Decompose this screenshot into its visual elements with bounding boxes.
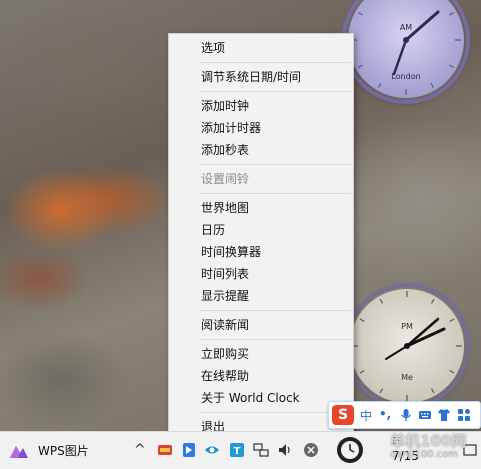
menu-separator: [199, 310, 351, 311]
menu-separator: [199, 339, 351, 340]
menu-item[interactable]: 添加时钟: [169, 95, 353, 117]
menu-item[interactable]: 调节系统日期/时间: [169, 66, 353, 88]
menu-separator: [199, 193, 351, 194]
menu-separator: [199, 91, 351, 92]
menu-separator: [199, 164, 351, 165]
watermark-sub: danji100.com: [390, 449, 458, 460]
menu-item[interactable]: 选项: [169, 37, 353, 59]
world-clock-london[interactable]: AM London: [346, 0, 466, 100]
menu-item: 设置闹铃: [201, 172, 250, 186]
ime-language-toggle[interactable]: 中: [360, 407, 372, 424]
microphone-icon[interactable]: [399, 408, 413, 422]
taskbar-app-label: WPS图片: [38, 444, 89, 458]
ime-punctuation-toggle[interactable]: •,: [379, 407, 391, 421]
menu-separator: [199, 62, 351, 63]
clock-city-label: Me: [401, 373, 413, 382]
close-circle-icon[interactable]: [303, 442, 319, 458]
clock-face: [350, 289, 464, 403]
menu-item[interactable]: 时间换算器: [169, 241, 353, 263]
wps-picture-logo-icon: [10, 445, 28, 458]
show-hidden-icons-chevron-icon[interactable]: ^: [134, 442, 146, 458]
world-clock-local[interactable]: PM Me: [348, 287, 466, 405]
watermark: 单机100网 danji100.com: [390, 430, 466, 460]
tray-app-icon-1[interactable]: [157, 442, 173, 458]
menu-item[interactable]: 立即购买: [169, 343, 353, 365]
world-clock-tray-icon[interactable]: [335, 435, 365, 465]
ime-toolbar: S 中 •,: [328, 401, 481, 429]
menu-item[interactable]: 时间列表: [169, 263, 353, 285]
volume-icon[interactable]: [277, 442, 293, 458]
clock-ampm-label: PM: [401, 322, 413, 331]
skin-shirt-icon[interactable]: [437, 408, 451, 422]
tray-app-icon-t[interactable]: T: [229, 442, 245, 458]
context-menu: 选项调节系统日期/时间 添加时钟 添加计时器 添加秒表设置闹铃世界地图 日历 时间换算器时…: [168, 33, 354, 441]
clock-face: [348, 0, 464, 98]
network-icon[interactable]: [253, 442, 269, 458]
clock-ampm-label: AM: [399, 23, 413, 32]
taskbar-app-wps-picture[interactable]: WPS图片: [0, 432, 110, 469]
menu-item[interactable]: 阅读新闻: [169, 314, 353, 336]
menu-item[interactable]: 显示提醒: [169, 285, 353, 307]
eye-icon[interactable]: [204, 442, 220, 458]
sogou-ime-logo[interactable]: S: [332, 405, 354, 425]
toolbox-grid-icon[interactable]: [457, 408, 471, 422]
menu-item[interactable]: 世界地图: [169, 197, 353, 219]
svg-text:T: T: [234, 446, 241, 457]
menu-item[interactable]: 在线帮助: [169, 365, 353, 387]
menu-item[interactable]: 日历: [169, 219, 353, 241]
clock-city-label: London: [391, 72, 421, 81]
tray-app-icon-2[interactable]: [181, 442, 197, 458]
keyboard-icon[interactable]: [418, 408, 432, 422]
menu-item[interactable]: 添加计时器: [169, 117, 353, 139]
menu-item[interactable]: 关于 World Clock: [169, 387, 353, 409]
watermark-main: 单机100网: [390, 432, 467, 450]
menu-item[interactable]: 添加秒表: [169, 139, 353, 161]
